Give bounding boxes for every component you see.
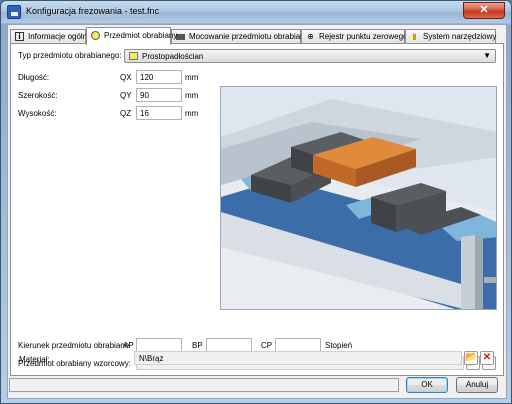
tab-label: Rejestr punktu zerowego (319, 32, 408, 41)
machine-3d-scene (221, 87, 496, 309)
bp-label: BP (192, 341, 203, 350)
app-icon (7, 5, 21, 19)
direction-label: Kierunek przedmiotu obrabiane (18, 341, 130, 350)
height-input[interactable]: 16 (136, 106, 182, 120)
tab-label: Mocowanie przedmiotu obrabianego (189, 32, 318, 41)
frame-post-side (475, 235, 483, 309)
frame-bolt (484, 277, 496, 283)
tab-workpiece-clamping[interactable]: Mocowanie przedmiotu obrabianego (171, 29, 318, 44)
material-delete-icon[interactable]: ✕ (480, 351, 494, 365)
workpiece-panel: Typ przedmiotu obrabianego: Prostopadłoś… (10, 43, 504, 376)
tab-workpiece[interactable]: Przedmiot obrabiany (86, 27, 177, 45)
tab-zero-point-register[interactable]: ⊕ Rejestr punktu zerowego (301, 29, 408, 44)
title-bar[interactable]: Konfiguracja frezowania - test.fnc ✕ (1, 1, 511, 23)
material-open-folder-icon[interactable]: 📂 (464, 351, 478, 365)
height-label: Wysokość: (18, 109, 57, 118)
length-axis: QX (120, 73, 132, 82)
width-axis: QY (120, 91, 132, 100)
material-label: Materiał: (19, 355, 50, 364)
ap-label: AP (123, 341, 134, 350)
cancel-button[interactable]: Anuluj (456, 377, 498, 393)
degree-unit: Stopień (325, 341, 353, 350)
tab-strip: i Informacje ogólne Przedmiot obrabiany … (10, 27, 504, 45)
width-unit: mm (185, 91, 199, 100)
crosshair-icon: ⊕ (307, 32, 314, 41)
workpiece-type-label: Typ przedmiotu obrabianego: (18, 51, 122, 60)
cp-label: CP (261, 341, 273, 350)
height-axis: QZ (120, 109, 132, 118)
info-icon: i (15, 32, 24, 41)
dialog-window: Konfiguracja frezowania - test.fnc ✕ i I… (0, 0, 512, 404)
dialog-client: i Informacje ogólne Przedmiot obrabiany … (7, 24, 507, 399)
frame-post (461, 235, 475, 309)
close-button[interactable]: ✕ (463, 2, 505, 19)
3d-preview-viewport[interactable]: ▼ (220, 86, 497, 310)
width-input[interactable]: 90 (136, 88, 182, 102)
length-input[interactable]: 120 (136, 70, 182, 84)
material-field[interactable]: N\Brąz (134, 351, 462, 365)
tool-icon: ▮ (412, 32, 417, 41)
cuboid-swatch-icon (129, 52, 138, 60)
bp-input[interactable] (206, 338, 252, 352)
cp-input[interactable] (275, 338, 321, 352)
length-label: Długość: (18, 73, 50, 82)
tab-label: System narzędziowy (423, 32, 497, 41)
circle-icon (91, 31, 100, 40)
tab-general-info[interactable]: i Informacje ogólne (10, 29, 92, 44)
status-bar (9, 378, 399, 392)
workpiece-type-value: Prostopadłościan (142, 52, 204, 61)
chevron-down-icon: ▼ (483, 51, 491, 60)
tab-label: Informacje ogólne (28, 32, 92, 41)
length-unit: mm (185, 73, 199, 82)
workpiece-type-select[interactable]: Prostopadłościan ▼ (124, 49, 496, 63)
window-title: Konfiguracja frezowania - test.fnc (26, 6, 160, 16)
tab-label: Przedmiot obrabiany (104, 31, 178, 40)
tab-tool-system[interactable]: ▮ System narzędziowy (405, 29, 496, 44)
ok-button[interactable]: OK (406, 377, 448, 393)
ap-input[interactable] (136, 338, 182, 352)
width-label: Szerokość: (18, 91, 58, 100)
height-unit: mm (185, 109, 199, 118)
